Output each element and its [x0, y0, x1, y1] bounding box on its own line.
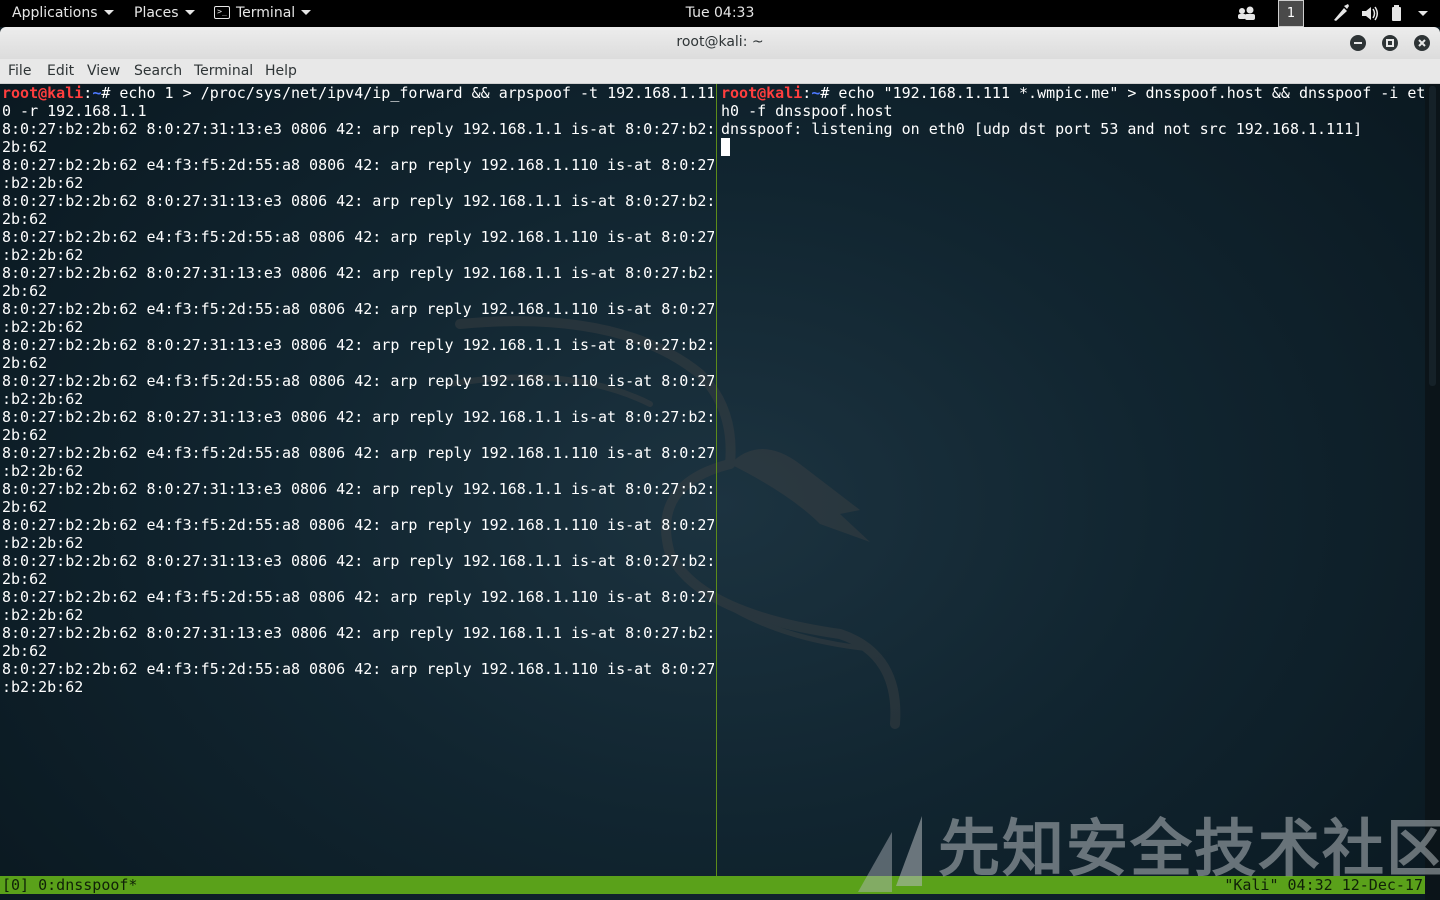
terminal-area[interactable]: root@kali:~# echo 1 > /proc/sys/net/ipv4… — [0, 84, 1440, 900]
prompt-separator: : — [802, 84, 812, 102]
right-output: dnsspoof: listening on eth0 [udp dst por… — [721, 120, 1363, 138]
menu-edit[interactable]: Edit — [47, 62, 74, 81]
terminal-line: 8:0:27:b2:2b:62 e4:f3:f5:2d:55:a8 0806 4… — [2, 444, 714, 462]
terminal-line: 2b:62 — [2, 282, 48, 300]
terminal-line: :b2:2b:62 — [2, 606, 84, 624]
terminal-line: 8:0:27:b2:2b:62 e4:f3:f5:2d:55:a8 0806 4… — [2, 300, 714, 318]
terminal-line: 8:0:27:b2:2b:62 8:0:27:31:13:e3 0806 42:… — [2, 264, 714, 282]
menu-view[interactable]: View — [87, 62, 120, 81]
terminal-line: 2b:62 — [2, 570, 48, 588]
terminal-line: :b2:2b:62 — [2, 462, 84, 480]
volume-icon[interactable] — [1360, 0, 1378, 27]
tmux-status-bar: [0] 0:dnsspoof* "Kali" 04:32 12-Dec-17 — [0, 876, 1425, 894]
terminal-line: 2b:62 — [2, 138, 48, 156]
terminal-line: 8:0:27:b2:2b:62 e4:f3:f5:2d:55:a8 0806 4… — [2, 516, 714, 534]
terminal-line: 8:0:27:b2:2b:62 8:0:27:31:13:e3 0806 42:… — [2, 480, 714, 498]
terminal-line: 8:0:27:b2:2b:62 e4:f3:f5:2d:55:a8 0806 4… — [2, 372, 714, 390]
user-group-icon[interactable] — [1237, 0, 1255, 27]
scrollbar-thumb[interactable] — [1429, 86, 1436, 386]
terminal-line: 2b:62 — [2, 354, 48, 372]
prompt-user: root@kali — [2, 84, 84, 102]
clock-label: Tue 04:33 — [685, 5, 755, 21]
menu-search[interactable]: Search — [134, 62, 182, 81]
terminal-line: :b2:2b:62 — [2, 390, 84, 408]
prompt-user: root@kali — [721, 84, 803, 102]
maximize-icon — [1386, 39, 1394, 47]
battery-icon[interactable] — [1390, 0, 1404, 27]
window-title: root@kali: ~ — [676, 34, 764, 50]
terminal-line: 2b:62 — [2, 498, 48, 516]
terminal-line: 8:0:27:b2:2b:62 8:0:27:31:13:e3 0806 42:… — [2, 120, 714, 138]
menu-bar: File Edit View Search Terminal Help — [0, 59, 1440, 84]
terminal-line: 8:0:27:b2:2b:62 e4:f3:f5:2d:55:a8 0806 4… — [2, 588, 714, 606]
terminal-line: :b2:2b:62 — [2, 534, 84, 552]
menu-help[interactable]: Help — [265, 62, 297, 81]
clock[interactable]: Tue 04:33 — [0, 0, 1440, 27]
terminal-line: 8:0:27:b2:2b:62 e4:f3:f5:2d:55:a8 0806 4… — [2, 228, 714, 246]
top-bar: Applications Places >_ Terminal Tue 04:33… — [0, 0, 1440, 27]
terminal-line: 2b:62 — [2, 210, 48, 228]
menu-terminal[interactable]: Terminal — [194, 62, 253, 81]
pane-divider[interactable] — [716, 84, 717, 876]
terminal-line: 8:0:27:b2:2b:62 8:0:27:31:13:e3 0806 42:… — [2, 192, 714, 210]
left-output: 8:0:27:b2:2b:62 8:0:27:31:13:e3 0806 42:… — [2, 120, 714, 696]
minimize-button[interactable] — [1350, 35, 1366, 51]
terminal-line: 8:0:27:b2:2b:62 e4:f3:f5:2d:55:a8 0806 4… — [2, 156, 714, 174]
tmux-status-right: "Kali" 04:32 12-Dec-17 — [1224, 876, 1423, 894]
left-terminal-pane[interactable]: root@kali:~# echo 1 > /proc/sys/net/ipv4… — [2, 84, 714, 876]
prompt-separator: : — [83, 84, 93, 102]
menu-file[interactable]: File — [8, 62, 31, 81]
terminal-window: root@kali: ~ File Edit View Search Termi… — [0, 27, 1440, 900]
close-button[interactable] — [1414, 35, 1430, 51]
tmux-window-list[interactable]: [0] 0:dnsspoof* — [2, 876, 137, 894]
terminal-line: :b2:2b:62 — [2, 246, 84, 264]
terminal-line: :b2:2b:62 — [2, 318, 84, 336]
terminal-line: 8:0:27:b2:2b:62 8:0:27:31:13:e3 0806 42:… — [2, 552, 714, 570]
minimize-icon — [1354, 42, 1362, 44]
window-titlebar[interactable]: root@kali: ~ — [0, 27, 1440, 59]
prompt-path: ~ — [92, 84, 102, 102]
terminal-line: 2b:62 — [2, 426, 48, 444]
scrollbar[interactable] — [1425, 84, 1440, 900]
workspace-indicator[interactable]: 1 — [1278, 0, 1304, 27]
terminal-line: 8:0:27:b2:2b:62 8:0:27:31:13:e3 0806 42:… — [2, 408, 714, 426]
terminal-line: 8:0:27:b2:2b:62 e4:f3:f5:2d:55:a8 0806 4… — [2, 660, 714, 678]
terminal-cursor — [721, 138, 730, 156]
terminal-line: 2b:62 — [2, 642, 48, 660]
terminal-line: :b2:2b:62 — [2, 678, 84, 696]
prompt-path: ~ — [811, 84, 821, 102]
close-icon — [1418, 39, 1426, 47]
terminal-line: 8:0:27:b2:2b:62 8:0:27:31:13:e3 0806 42:… — [2, 336, 714, 354]
prompt-hash: # — [101, 84, 120, 102]
pen-tool-icon[interactable] — [1331, 0, 1349, 27]
system-menu-chevron-icon[interactable] — [1418, 11, 1428, 16]
right-terminal-pane[interactable]: root@kali:~# echo "192.168.1.111 *.wmpic… — [721, 84, 1425, 876]
prompt-hash: # — [820, 84, 839, 102]
maximize-button[interactable] — [1382, 35, 1398, 51]
terminal-line: :b2:2b:62 — [2, 174, 84, 192]
terminal-line: 8:0:27:b2:2b:62 8:0:27:31:13:e3 0806 42:… — [2, 624, 714, 642]
